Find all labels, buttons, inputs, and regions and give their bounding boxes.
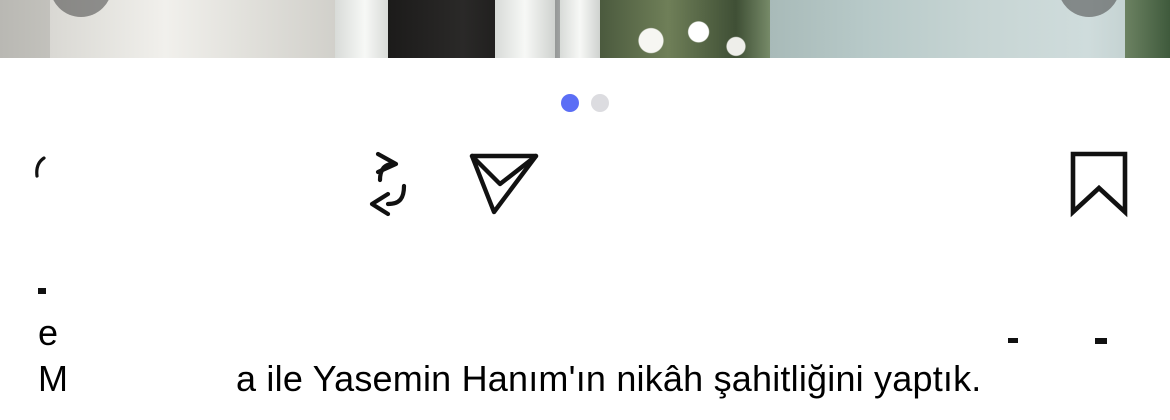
caption-fragment-mark (1095, 338, 1107, 344)
heart-icon[interactable] (34, 156, 48, 192)
caption-line-start: M (38, 358, 69, 399)
next-image-button[interactable] (1058, 0, 1120, 17)
carousel-dot-active (561, 94, 579, 112)
repost-icon[interactable] (366, 150, 416, 220)
carousel-dot (591, 94, 609, 112)
send-icon[interactable] (468, 150, 542, 220)
bookmark-icon[interactable] (1068, 150, 1130, 220)
carousel-indicator (561, 94, 609, 112)
caption-text: a ile Yasemin Hanım'ın nikâh şahitliğini… (236, 358, 982, 399)
caption-fragment: e (38, 312, 59, 353)
post-view: e M a ile Yasemin Hanım'ın nikâh şahitli… (0, 0, 1170, 420)
caption-fragment-mark (38, 288, 46, 294)
post-image[interactable] (0, 0, 1170, 58)
caption-fragment-mark (1008, 338, 1018, 343)
